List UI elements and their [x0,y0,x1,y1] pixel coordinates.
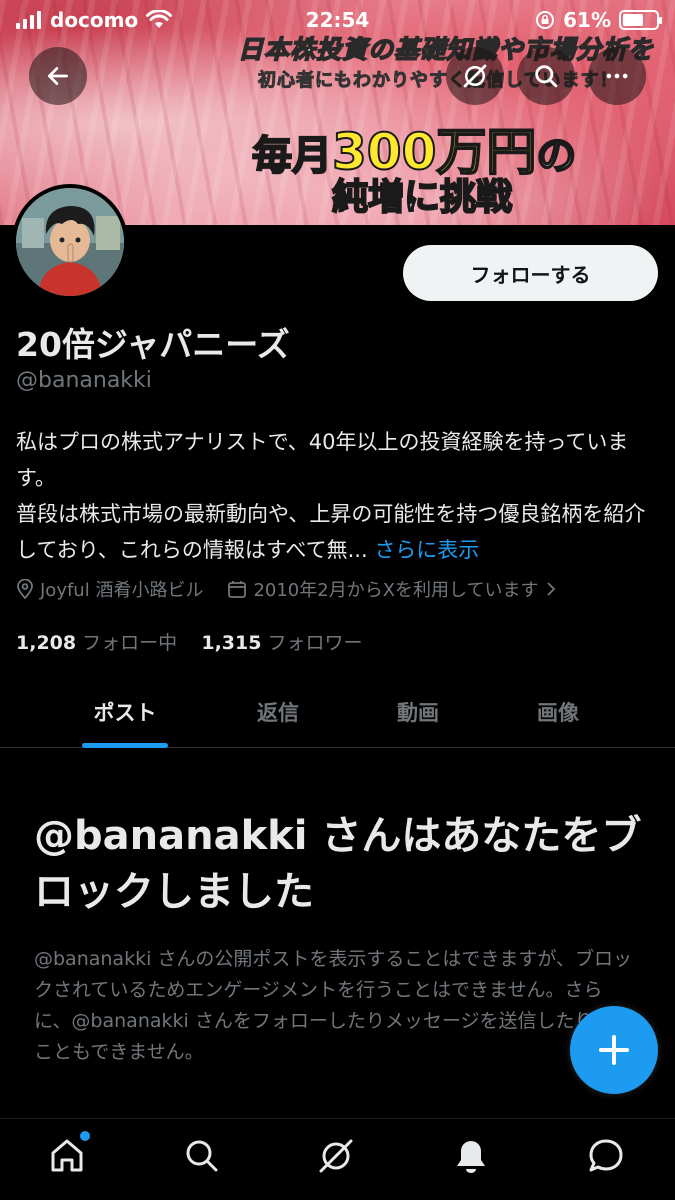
home-icon [51,1139,83,1172]
compose-post-button[interactable] [570,1006,658,1094]
notifications-icon [457,1141,485,1173]
nav-search[interactable] [179,1133,225,1179]
calendar-icon [228,581,247,598]
tab-label: 返信 [257,701,299,725]
avatar-illustration [16,188,124,296]
profile-tabs: ポスト 返信 動画 画像 [0,676,675,748]
search-icon [186,1140,218,1172]
followers-link[interactable]: 1,315 フォロワー [201,632,362,654]
join-date-text: 2010年2月からXを利用しています [253,580,539,601]
back-button[interactable] [29,47,87,105]
show-more-link[interactable]: さらに表示 [374,538,479,562]
nav-grok[interactable] [313,1133,359,1179]
back-arrow-icon [47,67,69,85]
search-icon [535,65,558,88]
blocked-description: @bananakki さんの公開ポストを表示することはできますが、ブロックされて… [34,948,633,1063]
nav-notifications[interactable] [448,1133,494,1179]
following-label: フォロー中 [82,632,178,654]
notification-dot [80,1131,90,1141]
nav-messages[interactable] [583,1133,629,1179]
more-icon [606,73,628,79]
status-right: 61% [535,8,662,32]
follow-button[interactable]: フォローする [403,245,658,301]
grok-button[interactable] [446,47,504,105]
battery-fill [623,14,643,26]
join-date[interactable]: 2010年2月からXを利用しています [227,576,556,602]
display-name: 20倍ジャパニーズ [16,325,290,364]
tab-label: ポスト [93,701,157,725]
followers-count: 1,315 [201,632,262,654]
more-button[interactable] [588,47,646,105]
location-text: Joyful 酒肴小路ビル [40,580,204,601]
messages-icon [589,1139,623,1172]
search-button[interactable] [517,47,575,105]
profile-bio: 私はプロの株式アナリストで、40年以上の投資経験を持っています。 普段は株式市場… [16,424,656,568]
tab-label: 画像 [537,701,579,725]
nav-home[interactable] [44,1131,90,1179]
banner-text-suffix: の [535,132,577,180]
tab-posts[interactable]: ポスト [40,676,210,748]
blocked-title: @bananakki さんはあなたをブロックしました [34,813,642,915]
orientation-lock-icon [536,11,555,29]
following-link[interactable]: 1,208 フォロー中 [16,632,177,654]
chevron-right-icon [546,582,555,596]
bio-line: 普段は株式市場の最新動向や、上昇の可能性を持つ優良銘柄を紹介しており、これらの情… [16,496,656,568]
followers-label: フォロワー [267,632,363,654]
battery-icon [619,10,662,30]
battery-percent: 61% [563,8,611,32]
location-pin-icon [17,579,33,599]
follow-stats: 1,208 フォロー中 1,315 フォロワー [16,628,363,655]
tab-images[interactable]: 画像 [473,676,643,748]
bio-line: 私はプロの株式アナリストで、40年以上の投資経験を持っています。 [16,430,629,490]
location: Joyful 酒肴小路ビル [16,576,203,602]
status-bar: docomo 22:54 61% [0,0,675,40]
banner-text-line4: 純増に挑戦 [331,176,513,219]
grok-icon [463,64,487,88]
tab-active-indicator [82,743,168,748]
avatar[interactable] [12,184,128,300]
profile-meta: Joyful 酒肴小路ビル 2010年2月からXを利用しています [16,576,581,602]
plus-icon [599,1035,629,1065]
banner-text-prefix: 毎月 [251,132,333,180]
bio-line-text: 普段は株式市場の最新動向や、上昇の可能性を持つ優良銘柄を紹介しており、これらの情… [16,502,646,562]
grok-icon [319,1139,353,1173]
profile-handle: @bananakki [16,368,152,393]
tab-label: 動画 [397,701,439,725]
bottom-navigation [0,1118,675,1200]
following-count: 1,208 [16,632,77,654]
